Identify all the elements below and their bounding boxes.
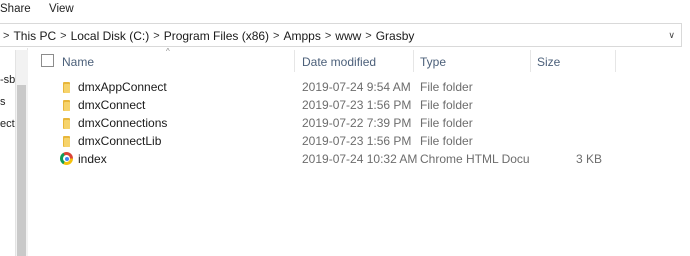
nav-item-fragment[interactable]: s bbox=[0, 96, 6, 108]
folder-icon bbox=[63, 136, 70, 147]
sort-ascending-icon: ^ bbox=[166, 47, 170, 56]
list-item[interactable]: dmxConnectLib 2019-07-23 1:56 PM File fo… bbox=[30, 132, 630, 150]
file-name[interactable]: dmxConnect bbox=[78, 98, 145, 112]
column-header-name[interactable]: Name bbox=[62, 55, 94, 69]
file-name[interactable]: dmxConnections bbox=[78, 116, 167, 130]
address-bar[interactable]: > This PC > Local Disk (C:) > Program Fi… bbox=[0, 23, 690, 47]
breadcrumb: > This PC > Local Disk (C:) > Program Fi… bbox=[3, 28, 414, 44]
breadcrumb-item-ampps[interactable]: Ampps bbox=[283, 29, 320, 43]
breadcrumb-chevron-icon[interactable]: > bbox=[273, 30, 279, 42]
breadcrumb-chevron-icon[interactable]: > bbox=[60, 30, 66, 42]
column-header-size[interactable]: Size bbox=[537, 55, 560, 69]
file-name[interactable]: dmxAppConnect bbox=[78, 80, 167, 94]
file-date-modified: 2019-07-22 7:39 PM bbox=[302, 116, 412, 130]
column-divider[interactable] bbox=[413, 50, 414, 72]
column-header-type[interactable]: Type bbox=[420, 55, 446, 69]
list-item[interactable]: dmxConnect 2019-07-23 1:56 PM File folde… bbox=[30, 96, 630, 114]
breadcrumb-chevron-icon[interactable]: > bbox=[153, 30, 159, 42]
breadcrumb-item-grasby[interactable]: Grasby bbox=[376, 29, 415, 43]
address-box[interactable]: > This PC > Local Disk (C:) > Program Fi… bbox=[0, 23, 682, 47]
column-header: ^ Name Date modified Type Size bbox=[30, 47, 690, 72]
chrome-icon bbox=[60, 152, 73, 165]
select-all-checkbox[interactable] bbox=[41, 54, 54, 67]
list-item[interactable]: dmxConnections 2019-07-22 7:39 PM File f… bbox=[30, 114, 630, 132]
chevron-down-icon[interactable]: ∨ bbox=[668, 30, 675, 41]
file-date-modified: 2019-07-24 9:54 AM bbox=[302, 80, 411, 94]
folder-icon bbox=[63, 100, 70, 111]
breadcrumb-chevron-icon[interactable]: > bbox=[365, 30, 371, 42]
file-type: File folder bbox=[420, 80, 473, 94]
file-size: 3 KB bbox=[575, 152, 602, 166]
ribbon-tab-share[interactable]: Share bbox=[0, 3, 31, 15]
nav-scrollbar-thumb[interactable] bbox=[17, 85, 26, 256]
column-divider[interactable] bbox=[615, 50, 616, 72]
list-item[interactable]: dmxAppConnect 2019-07-24 9:54 AM File fo… bbox=[30, 78, 630, 96]
breadcrumb-item-this-pc[interactable]: This PC bbox=[13, 29, 56, 43]
list-item[interactable]: index 2019-07-24 10:32 AM Chrome HTML Do… bbox=[30, 150, 630, 168]
breadcrumb-chevron-icon[interactable]: > bbox=[325, 30, 331, 42]
file-name[interactable]: index bbox=[78, 152, 107, 166]
file-type: File folder bbox=[420, 134, 473, 148]
folder-icon bbox=[63, 118, 70, 129]
nav-item-fragment[interactable]: -sb bbox=[0, 74, 15, 86]
file-type: Chrome HTML Docu... bbox=[420, 152, 530, 166]
folder-icon bbox=[63, 82, 70, 93]
file-date-modified: 2019-07-24 10:32 AM bbox=[302, 152, 418, 166]
column-divider[interactable] bbox=[530, 50, 531, 72]
file-type: File folder bbox=[420, 116, 473, 130]
column-header-date-modified[interactable]: Date modified bbox=[302, 55, 376, 69]
file-date-modified: 2019-07-23 1:56 PM bbox=[302, 134, 412, 148]
ribbon: Share View bbox=[0, 0, 690, 20]
file-date-modified: 2019-07-23 1:56 PM bbox=[302, 98, 412, 112]
file-type: File folder bbox=[420, 98, 473, 112]
ribbon-tab-view[interactable]: View bbox=[49, 3, 74, 15]
breadcrumb-item-local-disk[interactable]: Local Disk (C:) bbox=[71, 29, 150, 43]
breadcrumb-item-www[interactable]: www bbox=[335, 29, 361, 43]
breadcrumb-item-program-files[interactable]: Program Files (x86) bbox=[164, 29, 269, 43]
column-divider[interactable] bbox=[294, 50, 295, 72]
breadcrumb-chevron-icon[interactable]: > bbox=[3, 30, 9, 42]
file-name[interactable]: dmxConnectLib bbox=[78, 134, 161, 148]
